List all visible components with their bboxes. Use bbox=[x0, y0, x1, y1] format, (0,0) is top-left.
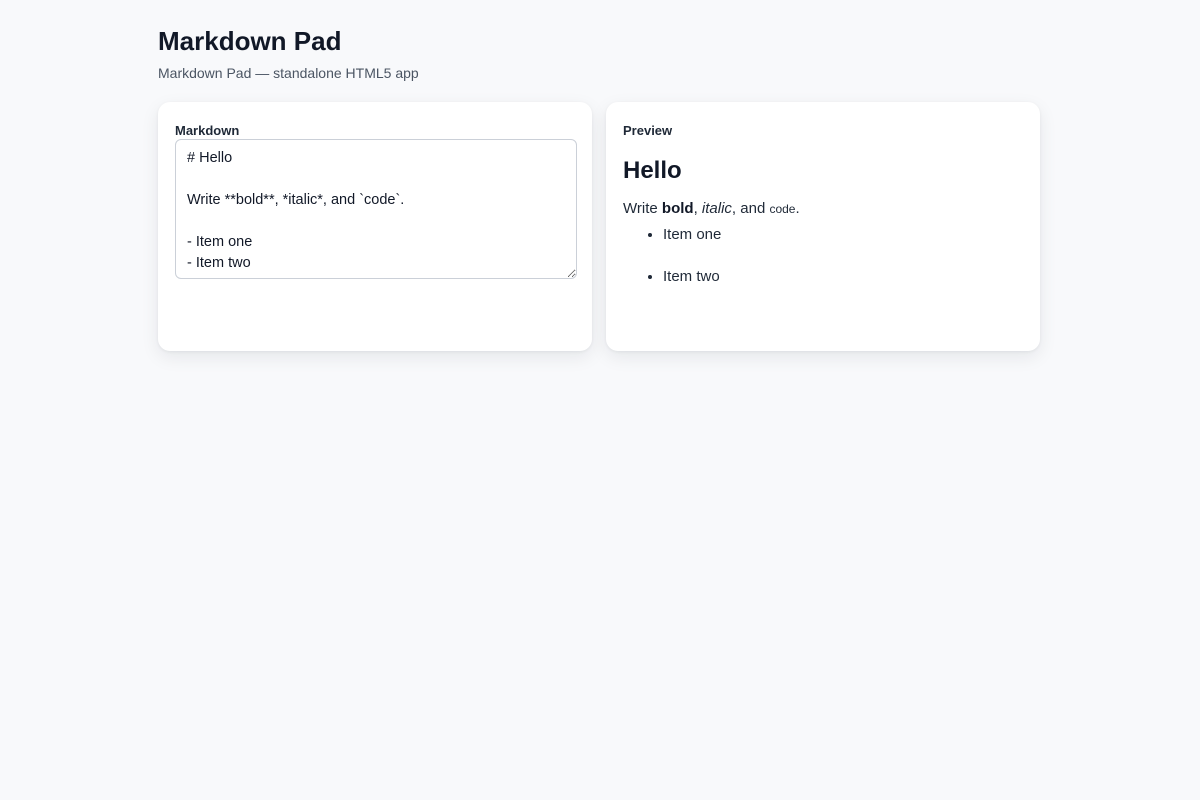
preview-bold-text: bold bbox=[661, 200, 694, 217]
preview-italic-text: italic bbox=[701, 200, 732, 217]
page-subtitle: Markdown Pad — standalone HTML5 app bbox=[158, 65, 419, 81]
preview-content: Hello Write bold, italic, and code. Item… bbox=[623, 154, 1023, 308]
preview-text-prefix: Write bbox=[623, 200, 662, 217]
list-item: Item two bbox=[663, 266, 1023, 288]
editor-panel: Markdown bbox=[158, 102, 592, 351]
preview-list: Item one Item two bbox=[623, 224, 1023, 288]
preview-text-suffix: . bbox=[795, 200, 800, 217]
list-item: Item one bbox=[663, 224, 1023, 246]
preview-code-text: code bbox=[769, 202, 796, 216]
preview-text-sep1: , bbox=[693, 200, 702, 217]
page-title: Markdown Pad bbox=[158, 26, 342, 56]
markdown-input[interactable] bbox=[175, 139, 577, 279]
preview-heading: Hello bbox=[623, 157, 682, 184]
preview-panel: Preview Hello Write bold, italic, and co… bbox=[606, 102, 1040, 351]
preview-label: Preview bbox=[623, 123, 673, 138]
editor-label: Markdown bbox=[175, 123, 240, 138]
preview-text-sep2: , and bbox=[731, 200, 770, 217]
preview-paragraph: Write bold, italic, and code. bbox=[623, 198, 1023, 220]
